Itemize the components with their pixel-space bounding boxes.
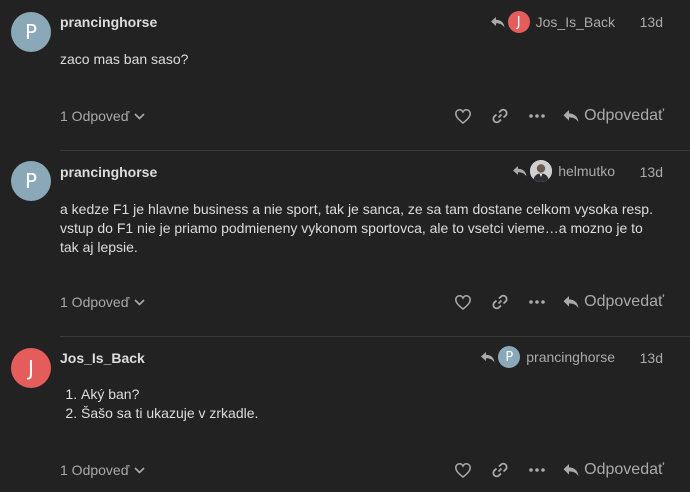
avatar-letter: P [24, 20, 38, 44]
avatar-letter: J [28, 356, 34, 380]
replies-toggle-button[interactable]: 1 Odpoveď [60, 294, 145, 310]
numbered-list: Aký ban? Šašo sa ti ukazuje v zrkadle. [60, 385, 670, 423]
reply-button[interactable]: Odpovedať [563, 107, 664, 125]
post-date[interactable]: 13d [640, 14, 663, 30]
reply-icon [563, 110, 579, 123]
replies-count-label: 1 Odpoveď [60, 294, 130, 310]
username[interactable]: Jos_Is_Back [60, 350, 145, 366]
replies-count-label: 1 Odpoveď [60, 108, 130, 124]
heart-icon[interactable] [455, 462, 472, 478]
heart-icon[interactable] [455, 294, 472, 310]
post: P prancinghorse helmutko 13d a kedze F1 … [0, 150, 690, 336]
link-icon[interactable] [492, 108, 508, 124]
replies-toggle-button[interactable]: 1 Odpoveď [60, 108, 145, 124]
reply-to[interactable]: helmutko [513, 160, 615, 182]
reply-to-avatar: P [498, 346, 521, 368]
avatar[interactable]: J [11, 348, 51, 388]
post-actions: Odpovedať [434, 107, 664, 125]
reply-icon [563, 464, 579, 477]
link-icon[interactable] [492, 462, 508, 478]
chevron-down-icon [134, 112, 145, 120]
post-paragraph: a kedze F1 je hlavne business a nie spor… [60, 201, 653, 255]
username[interactable]: prancinghorse [60, 164, 157, 180]
replies-count-label: 1 Odpoveď [60, 462, 130, 478]
more-options-icon[interactable] [529, 462, 545, 478]
reply-to-avatar [530, 160, 553, 182]
more-options-icon[interactable] [529, 294, 545, 310]
reply-arrow-icon [490, 17, 505, 28]
avatar[interactable]: P [11, 161, 51, 201]
replies-toggle-button[interactable]: 1 Odpoveď [60, 462, 145, 478]
heart-icon[interactable] [455, 108, 472, 124]
avatar-letter: P [24, 169, 38, 193]
post: J Jos_Is_Back P prancinghorse 13d Aký ba… [0, 336, 690, 492]
reply-to-username: prancinghorse [526, 349, 615, 365]
list-item: Šašo sa ti ukazuje v zrkadle. [81, 404, 670, 423]
avatar[interactable]: P [11, 12, 51, 52]
chevron-down-icon [134, 466, 145, 474]
post-date[interactable]: 13d [640, 164, 663, 180]
post-content: zaco mas ban saso? [60, 50, 670, 69]
reply-to[interactable]: P prancinghorse [481, 346, 615, 368]
user-photo-icon [530, 160, 553, 182]
chevron-down-icon [134, 298, 145, 306]
reply-button[interactable]: Odpovedať [563, 293, 664, 311]
username[interactable]: prancinghorse [60, 14, 157, 30]
reply-button-label: Odpovedať [584, 293, 664, 310]
reply-to-username: helmutko [558, 163, 615, 179]
post-content: Aký ban? Šašo sa ti ukazuje v zrkadle. [60, 385, 670, 423]
post: P prancinghorse J Jos_Is_Back 13d zaco m… [0, 0, 690, 150]
reply-button-label: Odpovedať [584, 107, 664, 124]
reply-button-label: Odpovedať [584, 461, 664, 478]
reply-to[interactable]: J Jos_Is_Back [490, 11, 615, 33]
reply-to-avatar: J [507, 11, 530, 33]
link-icon[interactable] [492, 294, 508, 310]
reply-button[interactable]: Odpovedať [563, 461, 664, 479]
list-item: Aký ban? [81, 385, 670, 404]
reply-arrow-icon [513, 166, 527, 177]
reply-icon [563, 296, 579, 309]
post-actions: Odpovedať [434, 293, 664, 311]
post-content: a kedze F1 je hlavne business a nie spor… [60, 200, 665, 257]
reply-arrow-icon [481, 352, 495, 363]
post-date[interactable]: 13d [640, 350, 663, 366]
post-paragraph: zaco mas ban saso? [60, 51, 189, 67]
more-options-icon[interactable] [529, 108, 545, 124]
post-actions: Odpovedať [434, 461, 664, 479]
reply-to-username: Jos_Is_Back [535, 14, 615, 30]
